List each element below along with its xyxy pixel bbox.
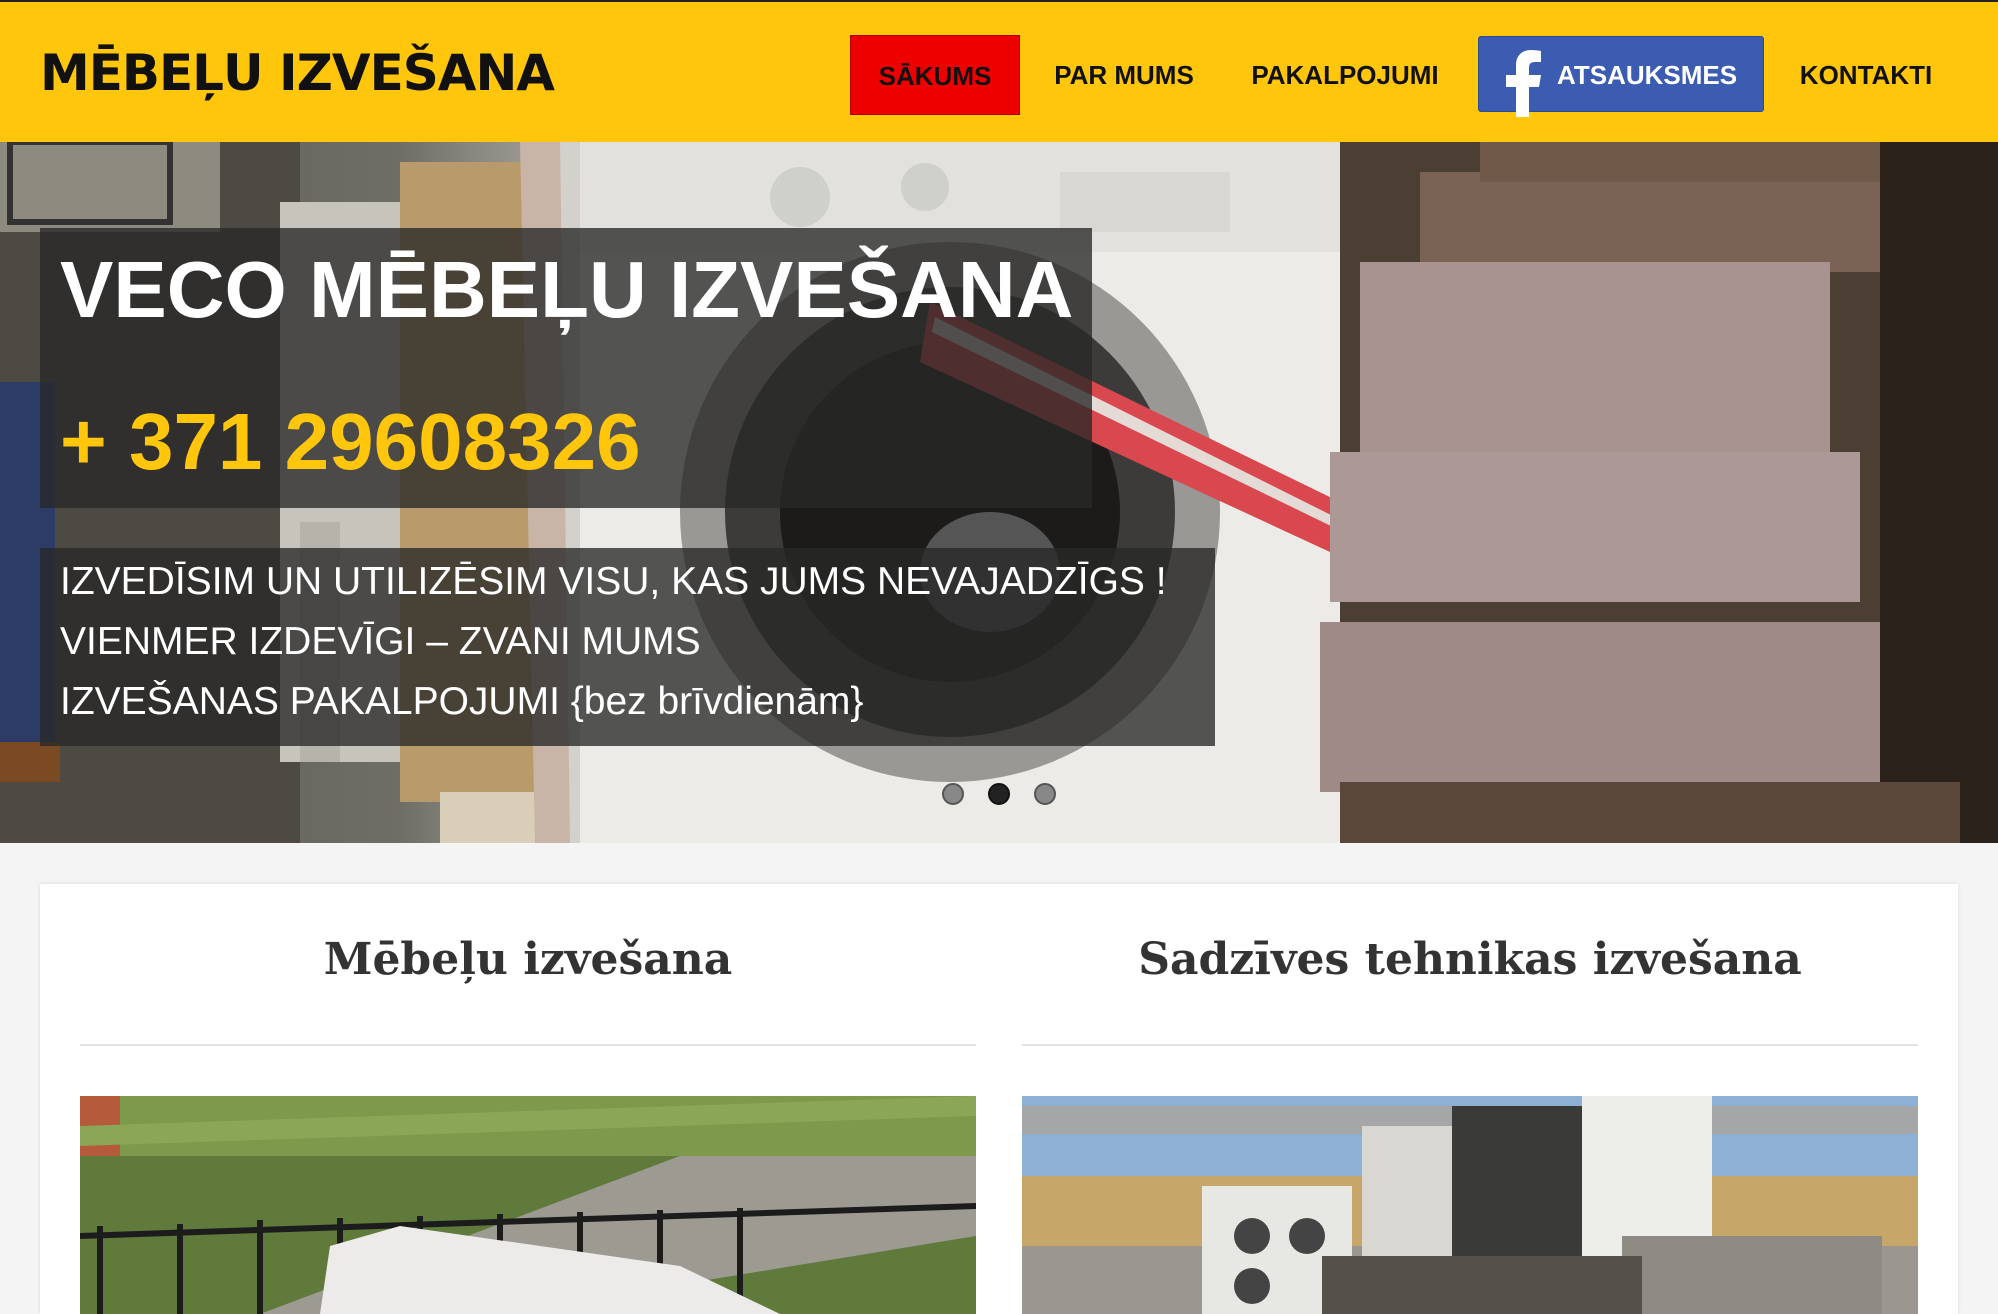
slider-dot-2[interactable] (988, 783, 1010, 805)
hero-slider: VECO MĒBEĻU IZVEŠANA + 371 29608326 IZVE… (0, 142, 1998, 843)
hero-phone[interactable]: + 371 29608326 (60, 396, 641, 488)
hero-line-3: IZVEŠANAS PAKALPOJUMI {bez brīvdienām} (60, 680, 864, 723)
section-title-furniture[interactable]: Mēbeļu izvešana (80, 934, 976, 985)
furniture-removal-image[interactable] (80, 1096, 976, 1314)
hero-text-panel: IZVEDĪSIM UN UTILIZĒSIM VISU, KAS JUMS N… (40, 548, 1215, 746)
nav-reviews-facebook[interactable]: ATSAUKSMES (1478, 36, 1764, 117)
section-title-appliances[interactable]: Sadzīves tehnikas izvešana (1022, 934, 1918, 985)
nav-contacts[interactable]: KONTAKTI (1786, 35, 1946, 115)
appliances-photo (1022, 1096, 1918, 1314)
hero-title-panel: VECO MĒBEĻU IZVEŠANA + 371 29608326 (40, 228, 1092, 508)
facebook-icon (1506, 50, 1541, 117)
slider-dot-1[interactable] (942, 783, 964, 805)
hero-line-2: VIENMER IZDEVĪGI – ZVANI MUMS (60, 620, 701, 663)
nav-reviews-label: ATSAUKSMES (1557, 60, 1738, 90)
slider-dot-3[interactable] (1034, 783, 1056, 805)
site-header: MĒBEĻU IZVEŠANA SĀKUMS PAR MUMS PAKALPOJ… (0, 0, 1998, 142)
section-divider (1022, 1044, 1918, 1046)
nav-about[interactable]: PAR MUMS (1040, 35, 1208, 115)
appliance-removal-image[interactable] (1022, 1096, 1918, 1314)
section-divider (80, 1044, 976, 1046)
hero-title: VECO MĒBEĻU IZVEŠANA (60, 245, 1074, 334)
furniture-photo (80, 1096, 976, 1314)
site-logo[interactable]: MĒBEĻU IZVEŠANA (40, 44, 555, 102)
services-card: Mēbeļu izvešana Sadzīves tehnikas izveša… (40, 884, 1958, 1314)
hero-line-1: IZVEDĪSIM UN UTILIZĒSIM VISU, KAS JUMS N… (60, 560, 1167, 603)
nav-home[interactable]: SĀKUMS (850, 35, 1020, 115)
nav-services[interactable]: PAKALPOJUMI (1240, 35, 1450, 115)
